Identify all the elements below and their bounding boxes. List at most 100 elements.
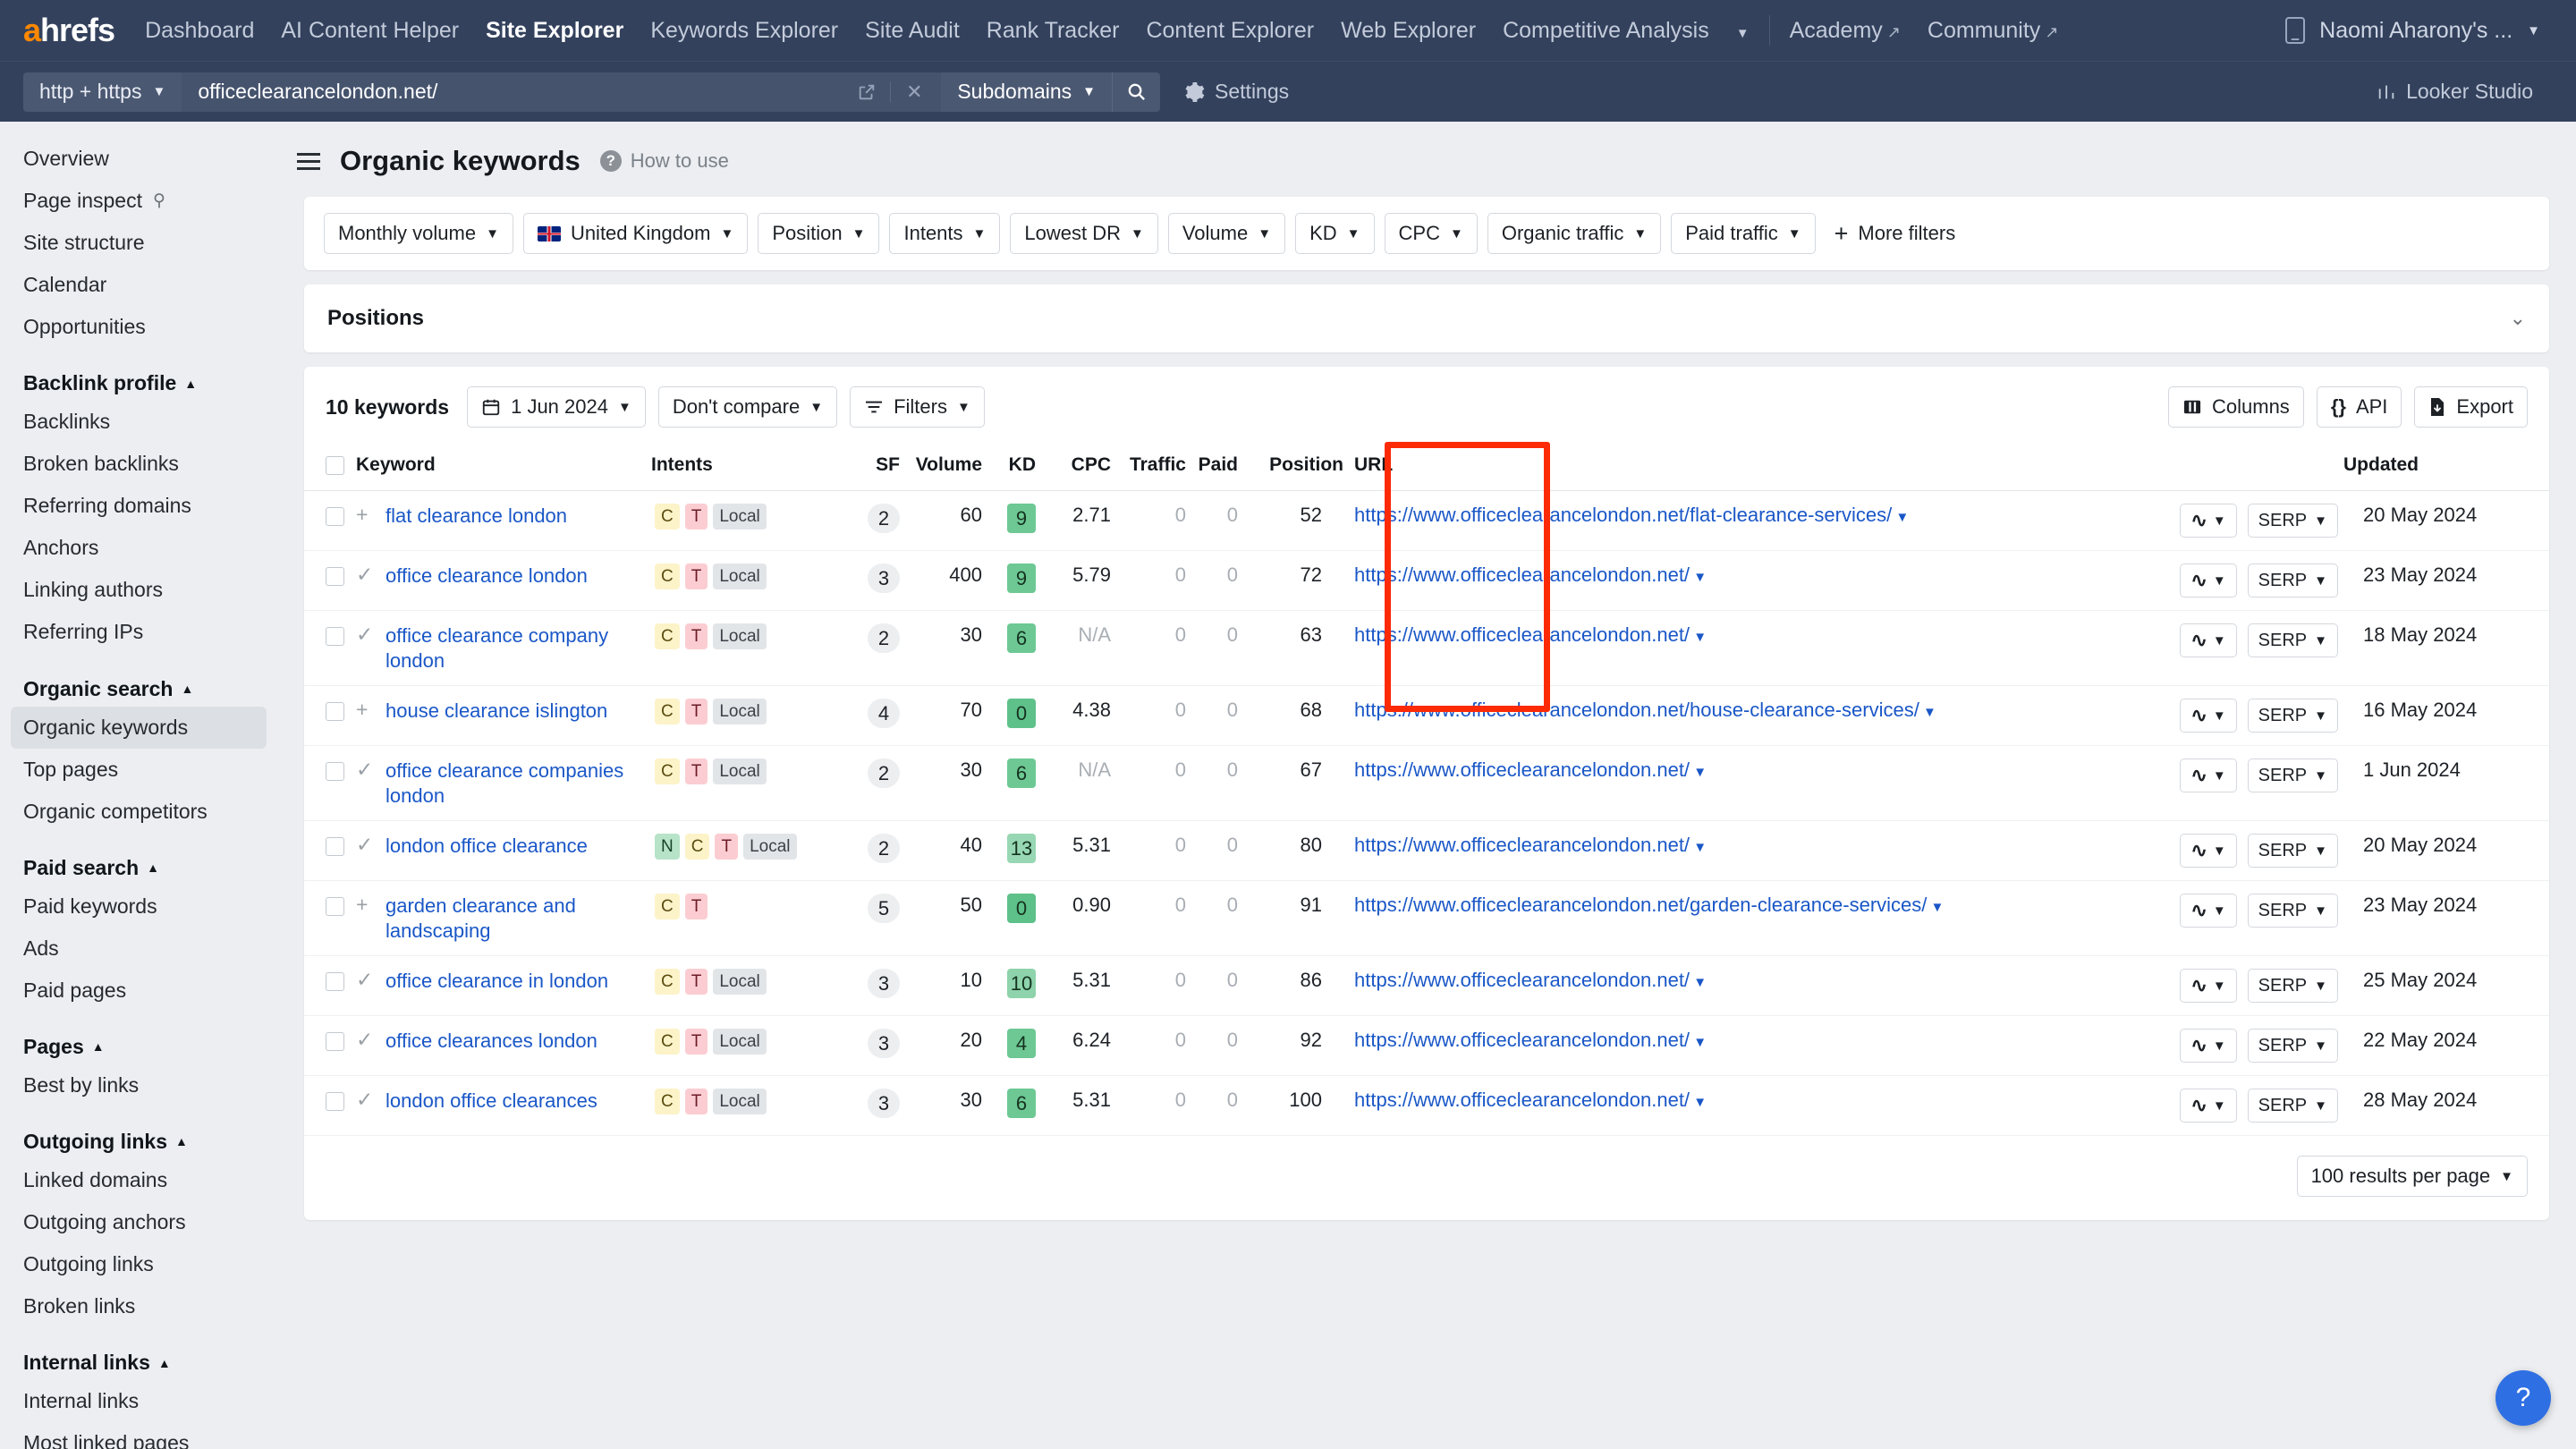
sidebar-item-paid-keywords[interactable]: Paid keywords	[0, 886, 277, 928]
check-icon[interactable]: ✓	[356, 758, 374, 781]
position-history-button[interactable]: ∿ ▼	[2180, 1029, 2237, 1063]
sidebar-item-best-by-links[interactable]: Best by links	[0, 1064, 277, 1106]
keyword-link[interactable]: office clearance companies london	[386, 758, 651, 808]
filter-cpc[interactable]: CPC ▼	[1384, 213, 1478, 254]
row-checkbox[interactable]	[326, 626, 344, 646]
compare-button[interactable]: Don't compare ▼	[657, 386, 838, 428]
sidebar-item-calendar[interactable]: Calendar	[0, 264, 277, 306]
filters-button[interactable]: Filters ▼	[850, 386, 985, 428]
url-link[interactable]: https://www.officeclearancelondon.net/	[1354, 758, 1690, 781]
url-link[interactable]: https://www.officeclearancelondon.net/	[1354, 1089, 1690, 1111]
sidebar-item-backlinks[interactable]: Backlinks	[0, 401, 277, 443]
serp-button[interactable]: SERP ▼	[2247, 969, 2338, 1003]
serp-button[interactable]: SERP ▼	[2247, 504, 2338, 538]
col-paid[interactable]: Paid	[1186, 445, 1238, 491]
sidebar-item-most-linked-pages[interactable]: Most linked pages	[0, 1422, 277, 1449]
filter-lowest-dr[interactable]: Lowest DR ▼	[1010, 213, 1158, 254]
check-icon[interactable]: ✓	[356, 833, 374, 856]
chevron-down-icon[interactable]: ▼	[1690, 975, 1707, 990]
sidebar-item-organic-competitors[interactable]: Organic competitors	[0, 791, 277, 833]
open-external-icon[interactable]	[843, 72, 890, 112]
position-history-button[interactable]: ∿ ▼	[2180, 969, 2237, 1003]
nav-link-ai-content-helper[interactable]: AI Content Helper	[281, 18, 459, 44]
col-keyword[interactable]: Keyword	[356, 445, 651, 491]
export-button[interactable]: Export	[2414, 386, 2528, 428]
position-history-button[interactable]: ∿ ▼	[2180, 834, 2237, 868]
filter-volume[interactable]: Volume ▼	[1167, 213, 1286, 254]
date-picker-button[interactable]: 1 Jun 2024 ▼	[467, 386, 646, 428]
sidebar-item-linked-domains[interactable]: Linked domains	[0, 1159, 277, 1201]
nav-link-academy[interactable]: Academy ↗	[1790, 18, 1901, 44]
col-url[interactable]: URL	[1343, 445, 2057, 491]
col-intents[interactable]: Intents	[651, 445, 841, 491]
scope-select[interactable]: Subdomains ▼	[941, 72, 1113, 112]
nav-link-site-explorer[interactable]: Site Explorer	[486, 18, 623, 44]
check-icon[interactable]: ✓	[356, 1028, 374, 1051]
clear-input-icon[interactable]: ✕	[891, 72, 937, 112]
keyword-link[interactable]: london office clearance	[386, 834, 588, 859]
serp-button[interactable]: SERP ▼	[2247, 1089, 2338, 1123]
filter-paid-traffic[interactable]: Paid traffic ▼	[1671, 213, 1816, 254]
row-checkbox[interactable]	[326, 566, 344, 586]
serp-button[interactable]: SERP ▼	[2247, 834, 2338, 868]
chevron-down-icon[interactable]: ▼	[1892, 510, 1909, 525]
position-history-button[interactable]: ∿ ▼	[2180, 1089, 2237, 1123]
col-kd[interactable]: KD	[982, 445, 1036, 491]
col-volume[interactable]: Volume	[900, 445, 982, 491]
chevron-down-icon[interactable]: ▼	[1919, 705, 1936, 720]
col-cpc[interactable]: CPC	[1036, 445, 1111, 491]
sidebar-group-paid-search[interactable]: Paid search ▲	[0, 833, 277, 886]
filter-kd[interactable]: KD ▼	[1295, 213, 1375, 254]
col-sf[interactable]: SF	[841, 445, 900, 491]
chevron-down-icon[interactable]: ▼	[1690, 840, 1707, 855]
position-history-button[interactable]: ∿ ▼	[2180, 758, 2237, 792]
how-to-use-link[interactable]: ? How to use	[599, 149, 729, 173]
url-link[interactable]: https://www.officeclearancelondon.net/	[1354, 1029, 1690, 1051]
row-checkbox[interactable]	[326, 1031, 344, 1051]
api-button[interactable]: {} API	[2316, 386, 2402, 428]
sidebar-item-broken-links[interactable]: Broken links	[0, 1285, 277, 1327]
sidebar-group-pages[interactable]: Pages ▲	[0, 1012, 277, 1064]
help-button[interactable]: ?	[2496, 1370, 2551, 1426]
keyword-link[interactable]: office clearances london	[386, 1029, 597, 1054]
protocol-select[interactable]: http + https ▼	[23, 72, 182, 112]
ahrefs-logo[interactable]: a hrefs	[23, 12, 115, 49]
serp-button[interactable]: SERP ▼	[2247, 758, 2338, 792]
position-history-button[interactable]: ∿ ▼	[2180, 623, 2237, 657]
row-checkbox[interactable]	[326, 836, 344, 856]
check-icon[interactable]: ✓	[356, 1088, 374, 1111]
plus-icon[interactable]: +	[356, 698, 374, 721]
filter-united-kingdom[interactable]: United Kingdom ▼	[522, 213, 749, 254]
results-per-page-select[interactable]: 100 results per page ▼	[2296, 1156, 2528, 1197]
serp-button[interactable]: SERP ▼	[2247, 894, 2338, 928]
plus-icon[interactable]: +	[356, 503, 374, 526]
row-checkbox[interactable]	[326, 896, 344, 916]
keyword-link[interactable]: flat clearance london	[386, 504, 567, 529]
check-icon[interactable]: ✓	[356, 563, 374, 586]
col-updated[interactable]: Updated	[2343, 445, 2549, 491]
row-checkbox[interactable]	[326, 1091, 344, 1111]
url-link[interactable]: https://www.officeclearancelondon.net/fl…	[1354, 504, 1892, 526]
filter-organic-traffic[interactable]: Organic traffic ▼	[1487, 213, 1662, 254]
columns-button[interactable]: Columns	[2168, 386, 2304, 428]
sidebar-item-overview[interactable]: Overview	[0, 138, 277, 180]
sidebar-group-organic-search[interactable]: Organic search ▲	[0, 654, 277, 707]
row-checkbox[interactable]	[326, 971, 344, 991]
sidebar-item-opportunities[interactable]: Opportunities	[0, 306, 277, 348]
keyword-link[interactable]: office clearance london	[386, 564, 588, 589]
sidebar-item-linking-authors[interactable]: Linking authors	[0, 569, 277, 611]
mobile-device-icon[interactable]	[2285, 17, 2306, 44]
nav-link-competitive-analysis[interactable]: Competitive Analysis	[1503, 18, 1709, 44]
account-name[interactable]: Naomi Aharony's ...	[2319, 18, 2512, 44]
target-url-input[interactable]: officeclearancelondon.net/	[182, 72, 844, 112]
nav-link-content-explorer[interactable]: Content Explorer	[1146, 18, 1314, 44]
col-position[interactable]: Position	[1238, 445, 1343, 491]
position-history-button[interactable]: ∿ ▼	[2180, 564, 2237, 597]
url-link[interactable]: https://www.officeclearancelondon.net/	[1354, 969, 1690, 991]
check-icon[interactable]: ✓	[356, 968, 374, 991]
sidebar-item-broken-backlinks[interactable]: Broken backlinks	[0, 443, 277, 485]
search-icon[interactable]: ⚲	[153, 190, 165, 213]
check-icon[interactable]: ✓	[356, 623, 374, 646]
filter-position[interactable]: Position ▼	[758, 213, 880, 254]
keyword-link[interactable]: office clearance company london	[386, 623, 651, 673]
